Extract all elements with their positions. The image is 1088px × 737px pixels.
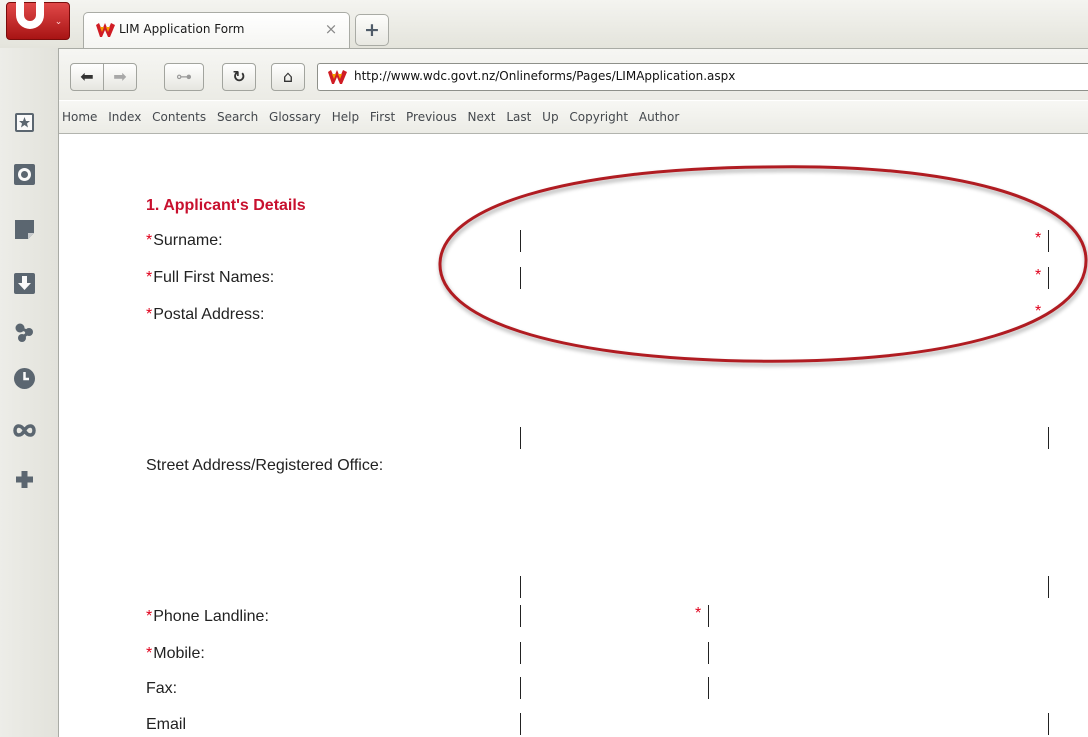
opera-logo-icon — [16, 0, 44, 29]
street-address-label: Street Address/Registered Office: — [146, 457, 384, 474]
nav-link-first[interactable]: First — [370, 110, 395, 124]
required-marker: * — [146, 232, 153, 249]
highlight-annotation — [438, 165, 1088, 363]
phone-landline-field-left-edge[interactable] — [520, 605, 521, 627]
unite-icon[interactable] — [13, 419, 36, 442]
address-url[interactable]: http://www.wdc.govt.nz/Onlineforms/Pages… — [354, 69, 735, 83]
required-marker: * — [146, 645, 153, 662]
chevron-down-icon: ⌄ — [54, 17, 63, 27]
required-marker: * — [146, 608, 153, 625]
mobile-field-right-edge[interactable] — [708, 642, 709, 664]
required-marker: * — [146, 269, 153, 286]
first-names-label: *Full First Names: — [146, 269, 275, 286]
street-address-field-left-edge[interactable] — [520, 576, 521, 598]
nav-link-contents[interactable]: Contents — [152, 110, 206, 124]
new-tab-button[interactable]: + — [355, 14, 389, 46]
downloads-icon[interactable] — [13, 272, 36, 295]
tab-strip: ⌄ LIM Application Form × + — [0, 0, 1088, 48]
wdc-favicon-icon — [328, 70, 347, 84]
nav-link-up[interactable]: Up — [542, 110, 558, 124]
close-tab-icon[interactable]: × — [323, 20, 339, 38]
section-title: 1. Applicant's Details — [146, 197, 306, 214]
nav-link-glossary[interactable]: Glossary — [269, 110, 321, 124]
phone-landline-required-marker: * — [695, 605, 702, 622]
nav-link-author[interactable]: Author — [639, 110, 679, 124]
password-manager-button[interactable]: ⊶ — [164, 63, 204, 91]
widgets-icon[interactable] — [13, 163, 36, 186]
nav-link-help[interactable]: Help — [332, 110, 359, 124]
postal-address-field-right-edge[interactable] — [1048, 427, 1049, 449]
nav-links: Home Index Contents Search Glossary Help… — [62, 110, 686, 124]
surname-label: *Surname: — [146, 232, 223, 249]
fax-label: Fax: — [146, 680, 178, 697]
mobile-field-left-edge[interactable] — [520, 642, 521, 664]
tab-title: LIM Application Form — [119, 22, 245, 36]
opera-menu-button[interactable]: ⌄ — [6, 0, 70, 40]
nav-link-copyright[interactable]: Copyright — [569, 110, 628, 124]
postal-address-field-left-edge[interactable] — [520, 427, 521, 449]
mobile-label: *Mobile: — [146, 645, 205, 662]
email-field-right-edge[interactable] — [1048, 713, 1049, 735]
email-label: Email — [146, 716, 187, 733]
nav-link-next[interactable]: Next — [468, 110, 496, 124]
email-field-left-edge[interactable] — [520, 713, 521, 735]
plus-icon: + — [364, 19, 380, 41]
nav-link-home[interactable]: Home — [62, 110, 97, 124]
fax-field-left-edge[interactable] — [520, 677, 521, 699]
street-address-field-right-edge[interactable] — [1048, 576, 1049, 598]
back-button[interactable]: ⬅ — [70, 63, 104, 91]
nav-link-last[interactable]: Last — [506, 110, 531, 124]
bookmarks-icon[interactable] — [13, 111, 36, 134]
panel-sidebar — [0, 48, 59, 737]
reload-button[interactable]: ↻ — [222, 63, 256, 91]
notes-icon[interactable] — [13, 218, 36, 241]
address-bar[interactable]: http://www.wdc.govt.nz/Onlineforms/Pages… — [317, 63, 1088, 91]
address-toolbar: ⬅ ➡ ⊶ ↻ ⌂ http://www.wdc.govt.nz/Onlinef… — [59, 48, 1088, 100]
wdc-favicon-icon — [96, 23, 115, 37]
links-icon[interactable] — [13, 321, 36, 344]
nav-link-previous[interactable]: Previous — [406, 110, 457, 124]
forward-button[interactable]: ➡ — [103, 63, 137, 91]
page-content: 1. Applicant's Details *Surname: * *Full… — [60, 135, 1088, 737]
navigation-bar: Home Index Contents Search Glossary Help… — [59, 101, 1088, 134]
nav-link-index[interactable]: Index — [108, 110, 141, 124]
phone-landline-field-right-edge[interactable] — [708, 605, 709, 627]
phone-landline-label: *Phone Landline: — [146, 608, 269, 625]
history-icon[interactable] — [13, 367, 36, 390]
required-marker: * — [146, 306, 153, 323]
home-button[interactable]: ⌂ — [271, 63, 305, 91]
postal-address-label: *Postal Address: — [146, 306, 265, 323]
fax-field-right-edge[interactable] — [708, 677, 709, 699]
add-panel-icon[interactable] — [13, 468, 36, 491]
nav-link-search[interactable]: Search — [217, 110, 258, 124]
tab-lim-application[interactable]: LIM Application Form × — [83, 12, 350, 48]
